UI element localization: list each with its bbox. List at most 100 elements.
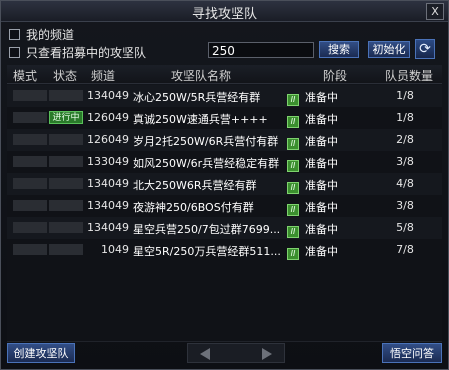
join-button[interactable]: 悟空问答 bbox=[382, 343, 442, 363]
empty-row bbox=[7, 261, 442, 284]
raid-name-cell: 星空5R/250万兵营经群511... bbox=[133, 245, 281, 258]
header-mode: 模式 bbox=[13, 69, 38, 83]
table-row[interactable]: 134049 夜游神250/6BOS付有群 II 准备中 3/8 bbox=[7, 195, 442, 218]
stage-text: 准备中 bbox=[305, 113, 338, 126]
window-title: 寻找攻坚队 bbox=[191, 7, 257, 22]
raid-name-cell: 岁月2托250W/6R兵营付有群 bbox=[133, 135, 279, 148]
refresh-icon[interactable]: ⟳ bbox=[415, 39, 435, 59]
table-row[interactable]: 133049 如风250W/6r兵营经稳定有群 II 准备中 3/8 bbox=[7, 151, 442, 174]
stage-text: 准备中 bbox=[305, 157, 338, 170]
stage-cell: II 准备中 bbox=[287, 111, 347, 128]
my-channel-checkbox[interactable] bbox=[9, 29, 20, 40]
mode-cell bbox=[13, 134, 47, 145]
pager bbox=[187, 343, 285, 363]
stage-text: 准备中 bbox=[305, 135, 338, 148]
stage-cell: II 准备中 bbox=[287, 177, 347, 194]
close-icon[interactable]: X bbox=[426, 3, 444, 20]
next-page-icon[interactable] bbox=[262, 348, 272, 360]
my-channel-option[interactable]: 我的频道 bbox=[9, 26, 74, 43]
channel-cell: 134049 bbox=[87, 221, 129, 234]
reset-button[interactable]: 初始化 bbox=[368, 41, 410, 58]
pause-icon: II bbox=[287, 116, 299, 128]
empty-row bbox=[7, 283, 442, 306]
stage-cell: II 准备中 bbox=[287, 243, 347, 260]
mode-cell bbox=[13, 90, 47, 101]
only-recruiting-option[interactable]: 只查看招募中的攻坚队 bbox=[9, 44, 146, 61]
search-button[interactable]: 搜索 bbox=[319, 41, 359, 58]
channel-cell: 134049 bbox=[87, 89, 129, 102]
empty-row bbox=[7, 305, 442, 328]
stage-text: 准备中 bbox=[305, 223, 338, 236]
empty-row bbox=[7, 327, 442, 342]
table-row[interactable]: 134049 星空兵营250/7包过群7699... II 准备中 5/8 bbox=[7, 217, 442, 240]
raid-name-cell: 星空兵营250/7包过群7699... bbox=[133, 223, 281, 236]
pause-icon: II bbox=[287, 204, 299, 216]
table-row[interactable]: 134049 冰心250W/5R兵营经有群 II 准备中 1/8 bbox=[7, 85, 442, 108]
members-cell: 2/8 bbox=[396, 133, 414, 146]
status-cell bbox=[49, 178, 83, 189]
stage-cell: II 准备中 bbox=[287, 199, 347, 216]
status-badge: 进行中 bbox=[49, 111, 83, 124]
table-row[interactable]: 126049 岁月2托250W/6R兵营付有群 II 准备中 2/8 bbox=[7, 129, 442, 152]
raid-name-cell: 夜游神250/6BOS付有群 bbox=[133, 201, 254, 214]
channel-cell: 126049 bbox=[87, 133, 129, 146]
members-cell: 1/8 bbox=[396, 89, 414, 102]
pause-icon: II bbox=[287, 248, 299, 260]
channel-cell: 1049 bbox=[101, 243, 129, 256]
channel-cell: 133049 bbox=[87, 155, 129, 168]
stage-cell: II 准备中 bbox=[287, 89, 347, 106]
mode-cell bbox=[13, 112, 47, 123]
stage-text: 准备中 bbox=[305, 201, 338, 214]
title-bar: 寻找攻坚队 X bbox=[1, 1, 448, 22]
create-raid-button[interactable]: 创建攻坚队 bbox=[7, 343, 75, 363]
raid-name-cell: 如风250W/6r兵营经稳定有群 bbox=[133, 157, 280, 170]
mode-cell bbox=[13, 222, 47, 233]
find-raid-window: 寻找攻坚队 X 我的频道 只查看招募中的攻坚队 250 搜索 初始化 ⟳ 模式 … bbox=[0, 0, 449, 370]
status-cell bbox=[49, 156, 83, 167]
only-recruiting-checkbox[interactable] bbox=[9, 47, 20, 58]
mode-cell bbox=[13, 244, 47, 255]
mode-cell bbox=[13, 200, 47, 211]
pause-icon: II bbox=[287, 138, 299, 150]
mode-cell bbox=[13, 178, 47, 189]
pause-icon: II bbox=[287, 94, 299, 106]
table-row[interactable]: 进行中 126049 真诚250W速通兵营++++ II 准备中 1/8 bbox=[7, 107, 442, 130]
members-cell: 4/8 bbox=[396, 177, 414, 190]
stage-cell: II 准备中 bbox=[287, 133, 347, 150]
header-name: 攻坚队名称 bbox=[171, 69, 232, 83]
search-input[interactable]: 250 bbox=[208, 42, 314, 58]
footer-bar: 创建攻坚队 悟空问答 bbox=[7, 343, 442, 365]
status-cell bbox=[49, 90, 83, 101]
pause-icon: II bbox=[287, 226, 299, 238]
members-cell: 3/8 bbox=[396, 155, 414, 168]
pause-icon: II bbox=[287, 160, 299, 172]
status-cell bbox=[49, 222, 83, 233]
status-cell bbox=[49, 134, 83, 145]
mode-cell bbox=[13, 156, 47, 167]
members-cell: 3/8 bbox=[396, 199, 414, 212]
stage-cell: II 准备中 bbox=[287, 155, 347, 172]
members-cell: 7/8 bbox=[396, 243, 414, 256]
pause-icon: II bbox=[287, 182, 299, 194]
members-cell: 1/8 bbox=[396, 111, 414, 124]
table-header: 模式 状态 频道 攻坚队名称 阶段 队员数量 bbox=[7, 65, 442, 84]
status-cell bbox=[49, 244, 83, 255]
my-channel-label: 我的频道 bbox=[26, 28, 75, 42]
header-channel: 频道 bbox=[91, 69, 116, 83]
table-row[interactable]: 1049 星空5R/250万兵营经群511... II 准备中 7/8 bbox=[7, 239, 442, 262]
raid-name-cell: 冰心250W/5R兵营经有群 bbox=[133, 91, 261, 104]
prev-page-icon[interactable] bbox=[200, 348, 210, 360]
members-cell: 5/8 bbox=[396, 221, 414, 234]
status-cell bbox=[49, 200, 83, 211]
stage-text: 准备中 bbox=[305, 245, 338, 258]
stage-text: 准备中 bbox=[305, 179, 338, 192]
table-row[interactable]: 134049 北大250W6R兵营经有群 II 准备中 4/8 bbox=[7, 173, 442, 196]
header-status: 状态 bbox=[53, 69, 78, 83]
header-members: 队员数量 bbox=[385, 69, 434, 83]
channel-cell: 126049 bbox=[87, 111, 129, 124]
channel-cell: 134049 bbox=[87, 199, 129, 212]
stage-cell: II 准备中 bbox=[287, 221, 347, 238]
header-stage: 阶段 bbox=[323, 69, 348, 83]
only-recruiting-label: 只查看招募中的攻坚队 bbox=[26, 46, 147, 60]
stage-text: 准备中 bbox=[305, 91, 338, 104]
